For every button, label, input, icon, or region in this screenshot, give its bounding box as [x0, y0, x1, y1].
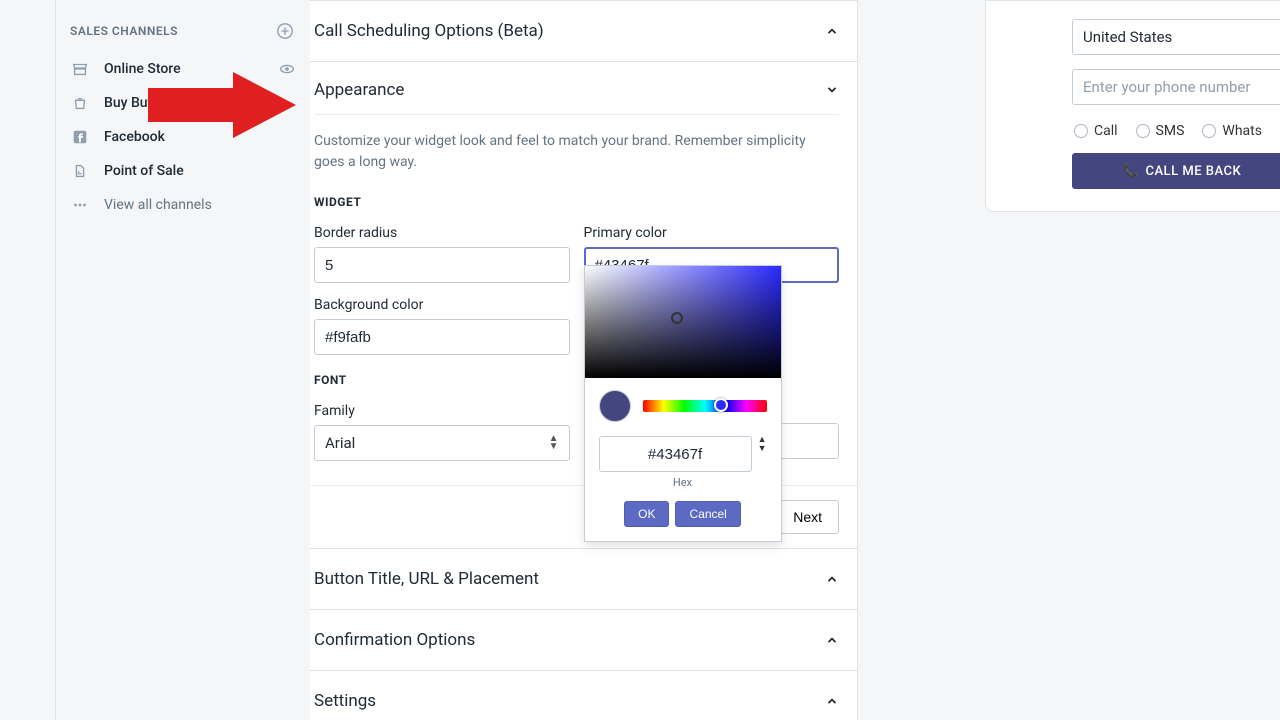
- preview-contact-options: Call SMS Whats: [1072, 119, 1280, 153]
- section-confirmation: Confirmation Options: [310, 609, 858, 671]
- sidebar-heading: SALES CHANNELS: [70, 24, 178, 38]
- background-color-label: Background color: [314, 297, 570, 313]
- section-call-scheduling: Call Scheduling Options (Beta): [310, 0, 858, 62]
- preview-cta-label: CALL ME BACK: [1145, 164, 1241, 179]
- preview-country-value: United States: [1083, 28, 1172, 46]
- chevron-up-icon: [825, 694, 839, 708]
- section-title: Confirmation Options: [314, 630, 475, 650]
- picker-cancel-button[interactable]: Cancel: [675, 501, 740, 527]
- appearance-description: Customize your widget look and feel to m…: [314, 131, 839, 173]
- pos-icon: [70, 161, 90, 181]
- chevron-down-icon: [825, 83, 839, 97]
- next-button[interactable]: Next: [776, 500, 839, 534]
- section-appearance: Appearance Customize your widget look an…: [310, 61, 858, 549]
- preview-country-select[interactable]: United States: [1072, 19, 1280, 55]
- section-title: Settings: [314, 691, 376, 711]
- section-settings: Settings: [310, 670, 858, 720]
- select-arrows-icon: ▲▼: [549, 435, 559, 451]
- format-stepper[interactable]: ▲▼: [758, 436, 767, 454]
- hue-handle[interactable]: [714, 398, 728, 412]
- sidebar-heading-row: SALES CHANNELS: [56, 0, 310, 52]
- widget-preview: United States Enter your phone number Ca…: [985, 0, 1280, 212]
- preview-cta-button[interactable]: 📞 CALL ME BACK: [1072, 153, 1280, 189]
- section-title: Appearance: [314, 80, 404, 100]
- chevron-up-icon: [825, 572, 839, 586]
- border-radius-label: Border radius: [314, 225, 570, 241]
- chevron-up-icon: [825, 633, 839, 647]
- font-family-value: Arial: [325, 434, 355, 452]
- hue-slider[interactable]: [643, 400, 767, 412]
- section-header-button-title[interactable]: Button Title, URL & Placement: [310, 549, 857, 609]
- preview-option-whatsapp[interactable]: Whats: [1202, 123, 1262, 139]
- sv-panel[interactable]: [585, 266, 781, 378]
- phone-icon: 📞: [1123, 164, 1140, 179]
- primary-color-label: Primary color: [584, 225, 840, 241]
- section-header-appearance[interactable]: Appearance: [310, 62, 857, 114]
- annotation-arrow-icon: [148, 70, 298, 140]
- sidebar-item-label: View all channels: [104, 197, 212, 213]
- section-header-call-scheduling[interactable]: Call Scheduling Options (Beta): [310, 1, 857, 61]
- border-radius-input[interactable]: [314, 247, 570, 283]
- section-header-confirmation[interactable]: Confirmation Options: [310, 610, 857, 670]
- preview-phone-input[interactable]: Enter your phone number: [1072, 69, 1280, 105]
- widget-subhead: WIDGET: [314, 195, 839, 209]
- preview-option-sms[interactable]: SMS: [1136, 123, 1185, 139]
- font-family-select[interactable]: Arial ▲▼: [314, 425, 570, 461]
- divider: [314, 114, 839, 115]
- sv-handle[interactable]: [671, 312, 683, 324]
- bag-icon: [70, 93, 90, 113]
- background-color-input[interactable]: [314, 319, 570, 355]
- chevron-up-icon: [825, 24, 839, 38]
- hex-input[interactable]: [599, 436, 752, 472]
- family-label: Family: [314, 403, 570, 419]
- facebook-icon: [70, 127, 90, 147]
- sidebar-item-view-all[interactable]: View all channels: [56, 188, 310, 222]
- preview-option-call[interactable]: Call: [1074, 123, 1118, 139]
- sidebar-item-point-of-sale[interactable]: Point of Sale: [56, 154, 310, 188]
- add-channel-icon[interactable]: [276, 22, 294, 40]
- color-picker-popover: ▲▼ Hex OK Cancel: [584, 265, 782, 542]
- section-title: Call Scheduling Options (Beta): [314, 21, 544, 41]
- preview-phone-placeholder: Enter your phone number: [1083, 78, 1250, 96]
- picker-ok-button[interactable]: OK: [624, 501, 669, 527]
- section-header-settings[interactable]: Settings: [310, 671, 857, 720]
- store-icon: [70, 59, 90, 79]
- ellipsis-icon: [70, 195, 90, 215]
- hex-label: Hex: [585, 476, 781, 489]
- color-swatch: [599, 390, 631, 422]
- sidebar-item-label: Point of Sale: [104, 163, 184, 179]
- section-button-title: Button Title, URL & Placement: [310, 548, 858, 610]
- section-title: Button Title, URL & Placement: [314, 569, 539, 589]
